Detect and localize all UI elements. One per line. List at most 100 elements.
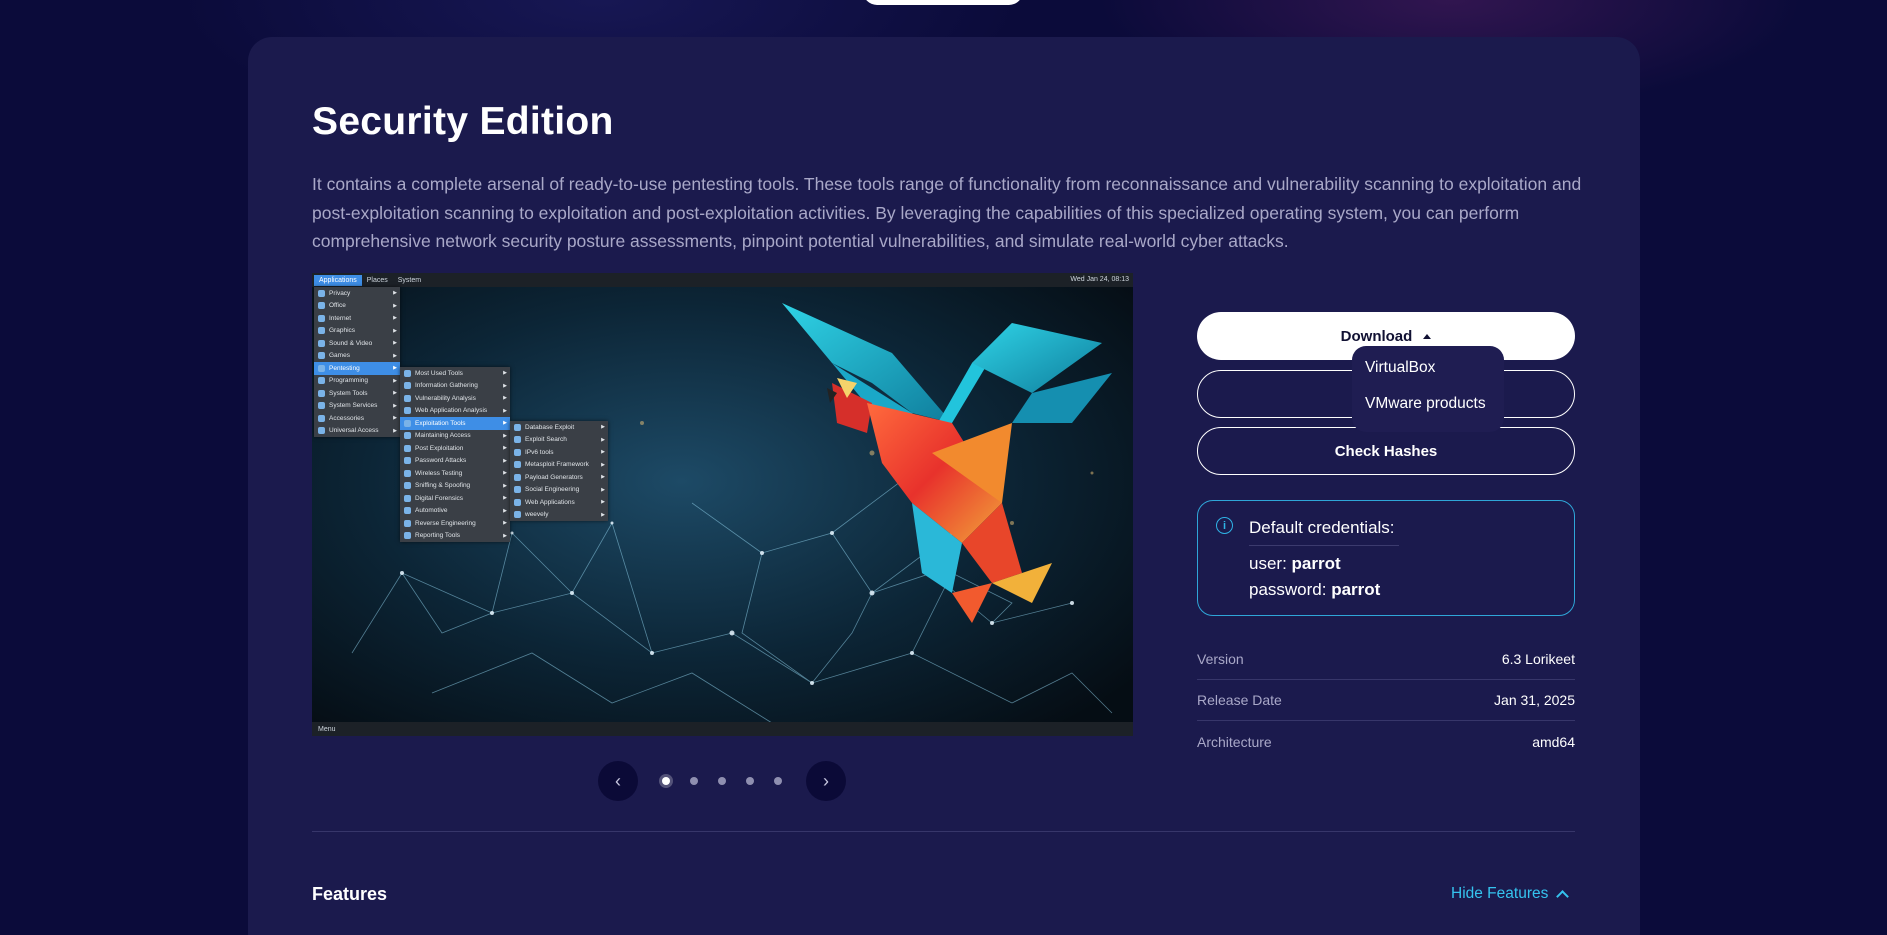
carousel-prev-button[interactable]: ‹ — [598, 761, 638, 801]
download-dropdown: VirtualBox VMware products — [1352, 346, 1504, 432]
check-hashes-label: Check Hashes — [1334, 442, 1438, 460]
os-menu-item: Wireless Testing ▶ — [400, 467, 510, 480]
menu-item-label: Web Application Analysis — [415, 407, 488, 415]
os-menu-item: Pentesting ▶ — [314, 362, 400, 375]
submenu-arrow-icon: ▶ — [503, 382, 507, 389]
menu-item-icon — [404, 407, 411, 415]
menu-item-label: Web Applications — [525, 498, 575, 506]
menu-item-label: Exploitation Tools — [415, 419, 466, 427]
menu-item-label: Graphics — [329, 327, 356, 335]
menu-item-icon — [318, 414, 325, 422]
caret-up-icon — [1423, 333, 1432, 339]
menu-item-icon — [318, 289, 325, 297]
menu-item-label: Post Exploitation — [415, 444, 464, 452]
user-label: user: — [1249, 554, 1292, 573]
menu-item-label: Metasploit Framework — [525, 461, 589, 469]
menu-item-label: Sound & Video — [329, 339, 373, 347]
os-menu-item: Database Exploit ▶ — [510, 421, 608, 434]
menu-item-icon — [404, 419, 411, 427]
os-app-menu: Privacy ▶ Office ▶ Internet ▶ Graphics ▶ Sound &… — [314, 287, 400, 437]
top-pill-button[interactable] — [863, 0, 1023, 5]
menu-item-label: Office — [329, 302, 346, 310]
submenu-arrow-icon: ▶ — [601, 511, 605, 518]
submenu-arrow-icon: ▶ — [503, 520, 507, 527]
menu-item-label: Maintaining Access — [415, 432, 471, 440]
carousel-next-button[interactable]: › — [806, 761, 846, 801]
menu-item-label: Internet — [329, 314, 352, 322]
os-menu-item: Most Used Tools ▶ — [400, 367, 510, 380]
menu-item-icon — [404, 507, 411, 515]
check-hashes-button[interactable]: Check Hashes — [1197, 427, 1575, 475]
menu-item-label: Games — [329, 352, 350, 360]
menu-item-label: Accessories — [329, 414, 365, 422]
menu-item-icon — [404, 494, 411, 502]
menu-item-icon — [404, 394, 411, 402]
dropdown-item-virtualbox[interactable]: VirtualBox — [1352, 359, 1504, 395]
os-menu-item: Maintaining Access ▶ — [400, 430, 510, 443]
carousel-dot[interactable] — [690, 777, 698, 785]
submenu-arrow-icon: ▶ — [503, 532, 507, 539]
hide-features-toggle[interactable]: Hide Features — [1451, 885, 1570, 903]
carousel-dot[interactable] — [718, 777, 726, 785]
os-system-menu: System — [397, 276, 422, 284]
carousel-dot[interactable] — [774, 777, 782, 785]
menu-item-icon — [318, 402, 325, 410]
detail-value: amd64 — [1532, 733, 1575, 750]
submenu-arrow-icon: ▶ — [393, 302, 397, 309]
credentials-password: password: parrot — [1249, 580, 1380, 600]
os-menu-item: Exploit Search ▶ — [510, 434, 608, 447]
submenu-arrow-icon: ▶ — [503, 457, 507, 464]
menu-item-label: Automotive — [415, 507, 448, 515]
submenu-arrow-icon: ▶ — [393, 327, 397, 334]
submenu-arrow-icon: ▶ — [503, 445, 507, 452]
menu-item-icon — [318, 377, 325, 385]
menu-item-label: Reverse Engineering — [415, 519, 476, 527]
submenu-arrow-icon: ▶ — [601, 499, 605, 506]
menu-item-label: weevely — [525, 511, 549, 519]
submenu-arrow-icon: ▶ — [601, 486, 605, 493]
os-top-panel: Applications Places System Wed Jan 24, 0… — [312, 273, 1133, 287]
os-places-menu: Places — [366, 276, 388, 284]
features-heading: Features — [312, 884, 388, 904]
carousel-dot[interactable] — [746, 777, 754, 785]
os-menu-item: Web Applications ▶ — [510, 496, 608, 509]
os-menu-item: Information Gathering ▶ — [400, 380, 510, 393]
menu-item-label: Most Used Tools — [415, 369, 463, 377]
menu-item-icon — [404, 482, 411, 490]
os-menu-item: Web Application Analysis ▶ — [400, 405, 510, 418]
menu-item-icon — [318, 339, 325, 347]
hide-features-label: Hide Features — [1451, 885, 1549, 902]
carousel-dot[interactable] — [662, 777, 670, 785]
menu-item-icon — [514, 436, 521, 444]
page-title: Security Edition — [312, 100, 614, 143]
os-menu-button: Menu — [318, 725, 336, 733]
chevron-right-icon: › — [823, 770, 829, 791]
os-menu-item: Universal Access ▶ — [314, 425, 400, 438]
dropdown-item-vmware[interactable]: VMware products — [1352, 395, 1504, 431]
user-value: parrot — [1291, 554, 1341, 573]
submenu-arrow-icon: ▶ — [393, 315, 397, 322]
section-divider — [312, 831, 1575, 832]
os-menu-item: Internet ▶ — [314, 312, 400, 325]
submenu-arrow-icon: ▶ — [503, 407, 507, 414]
submenu-arrow-icon: ▶ — [393, 340, 397, 347]
menu-item-label: Password Attacks — [415, 457, 467, 465]
submenu-arrow-icon: ▶ — [503, 432, 507, 439]
menu-item-label: Reporting Tools — [415, 532, 461, 540]
submenu-arrow-icon: ▶ — [393, 377, 397, 384]
os-menu-item: Graphics ▶ — [314, 325, 400, 338]
detail-value: 6.3 Lorikeet — [1501, 651, 1575, 667]
os-menu-item: Exploitation Tools ▶ — [400, 417, 510, 430]
screenshot-carousel: ‹ › — [598, 761, 846, 801]
detail-key: Architecture — [1197, 733, 1272, 750]
menu-item-icon — [404, 469, 411, 477]
submenu-arrow-icon: ▶ — [601, 461, 605, 468]
submenu-arrow-icon: ▶ — [601, 449, 605, 456]
menu-item-label: Database Exploit — [525, 423, 575, 431]
os-clock: Wed Jan 24, 08:13 — [1070, 276, 1129, 283]
credentials-divider — [1249, 545, 1399, 546]
os-menu-item: Sound & Video ▶ — [314, 337, 400, 350]
submenu-arrow-icon: ▶ — [393, 290, 397, 297]
menu-item-icon — [318, 389, 325, 397]
os-menu-item: Payload Generators ▶ — [510, 471, 608, 484]
